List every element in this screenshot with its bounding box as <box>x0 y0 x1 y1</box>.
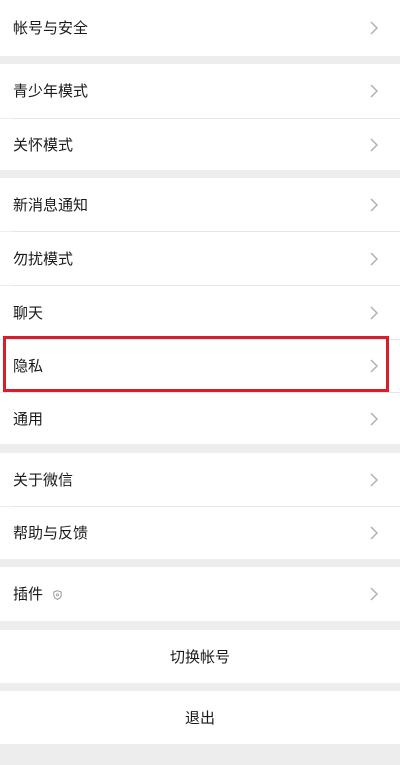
settings-item-plugins[interactable]: 插件 <box>0 567 400 621</box>
logout-label: 退出 <box>184 708 215 727</box>
chevron-right-icon <box>370 21 379 35</box>
chevron-right-icon <box>370 526 379 540</box>
chevron-right-icon <box>370 411 379 426</box>
shield-icon <box>53 589 62 600</box>
settings-item-care-mode[interactable]: 关怀模式 <box>0 119 400 170</box>
settings-item-label: 通用 <box>13 409 44 428</box>
settings-item-do-not-disturb[interactable]: 勿扰模式 <box>0 232 400 285</box>
settings-item-about[interactable]: 关于微信 <box>0 453 400 506</box>
chevron-right-icon <box>370 137 379 152</box>
switch-account-button[interactable]: 切换帐号 <box>0 630 400 683</box>
logout-button[interactable]: 退出 <box>0 691 400 744</box>
settings-item-label-wrap: 插件 <box>13 584 62 604</box>
settings-item-account-security[interactable]: 帐号与安全 <box>0 0 400 56</box>
chevron-right-icon <box>370 197 379 212</box>
settings-item-label: 勿扰模式 <box>13 249 74 268</box>
settings-item-general[interactable]: 通用 <box>0 393 400 444</box>
chevron-right-icon <box>370 472 379 487</box>
chevron-right-icon <box>370 251 379 266</box>
settings-item-label: 聊天 <box>13 303 44 322</box>
settings-item-label: 关于微信 <box>13 470 74 489</box>
settings-item-label: 新消息通知 <box>13 195 89 214</box>
settings-item-chat[interactable]: 聊天 <box>0 286 400 339</box>
settings-item-label: 帮助与反馈 <box>13 524 89 542</box>
settings-item-teen-mode[interactable]: 青少年模式 <box>0 64 400 118</box>
switch-account-label: 切换帐号 <box>169 647 230 666</box>
chevron-right-icon <box>370 587 379 601</box>
chevron-right-icon <box>370 84 379 98</box>
settings-item-label: 帐号与安全 <box>13 19 89 37</box>
settings-item-label: 关怀模式 <box>13 135 74 154</box>
settings-item-new-message-notification[interactable]: 新消息通知 <box>0 178 400 231</box>
settings-item-label: 青少年模式 <box>13 82 89 100</box>
privacy-highlight-box <box>3 336 389 392</box>
settings-item-label: 插件 <box>13 585 44 603</box>
settings-item-help-feedback[interactable]: 帮助与反馈 <box>0 507 400 559</box>
chevron-right-icon <box>370 305 379 320</box>
